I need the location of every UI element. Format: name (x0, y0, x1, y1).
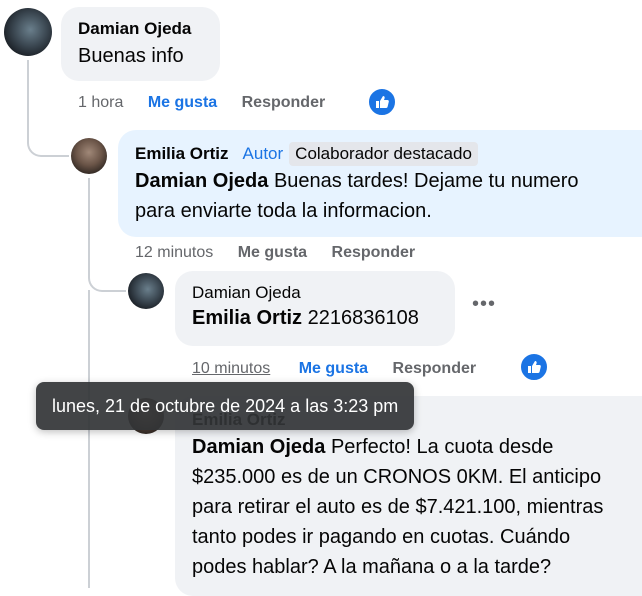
like-button[interactable]: Me gusta (148, 94, 217, 112)
comment-actions: 10 minutos Me gusta Responder (192, 360, 476, 378)
comment-time[interactable]: 10 minutos (192, 360, 270, 378)
comment-bubble: Emilia Ortiz Autor Colaborador destacado D… (118, 130, 642, 237)
like-thumb-icon (528, 361, 541, 374)
avatar[interactable] (4, 8, 52, 56)
mention-link[interactable]: Emilia Ortiz (192, 307, 302, 329)
avatar[interactable] (128, 273, 164, 309)
more-horizontal-icon[interactable]: ••• (472, 293, 496, 316)
comment-author[interactable]: Damian Ojeda (192, 283, 438, 303)
mention-link[interactable]: Damian Ojeda (135, 170, 268, 192)
like-button[interactable]: Me gusta (299, 360, 368, 378)
comment-text: Damian Ojeda Perfecto! La cuota desde $2… (192, 436, 604, 578)
author-tag: Autor (242, 144, 284, 163)
thread-line-continue (88, 290, 90, 588)
comment-time[interactable]: 12 minutos (135, 244, 213, 262)
like-thumb-icon (376, 96, 389, 109)
comment-author[interactable]: Emilia Ortiz (135, 144, 229, 163)
reply-button[interactable]: Responder (242, 94, 326, 112)
comment-actions: 1 hora Me gusta Responder (78, 94, 325, 112)
comment-text: Damian Ojeda Buenas tardes! Dejame tu nu… (135, 170, 579, 222)
like-button[interactable]: Me gusta (238, 244, 307, 262)
comment-text: Buenas info (78, 45, 184, 67)
thread-line-root (27, 60, 69, 157)
avatar[interactable] (71, 138, 107, 174)
reaction-badge[interactable] (367, 87, 397, 117)
reply-button[interactable]: Responder (332, 244, 416, 262)
comment-text: Emilia Ortiz 2216836108 (192, 307, 419, 329)
comment-bubble: Damian Ojeda Emilia Ortiz 2216836108 (175, 271, 455, 346)
mention-link[interactable]: Damian Ojeda (192, 436, 325, 458)
reply-button[interactable]: Responder (393, 360, 477, 378)
reaction-badge[interactable] (519, 352, 549, 382)
comment-time[interactable]: 1 hora (78, 94, 123, 112)
status-badge: Colaborador destacado (289, 142, 478, 166)
comment-author[interactable]: Damian Ojeda (78, 19, 203, 39)
timestamp-tooltip: lunes, 21 de octubre de 2024 a las 3:23 … (36, 382, 415, 430)
comment-bubble: Damian Ojeda Buenas info (61, 7, 220, 81)
comment-actions: 12 minutos Me gusta Responder (135, 244, 415, 262)
